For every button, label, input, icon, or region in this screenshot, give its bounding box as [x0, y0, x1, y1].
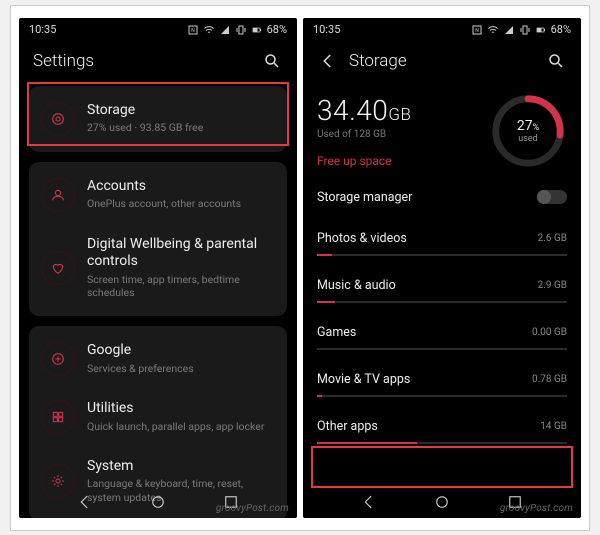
- back-icon[interactable]: [317, 50, 339, 72]
- free-up-space[interactable]: Free up space: [317, 154, 481, 168]
- item-title: Google: [87, 342, 275, 360]
- google-icon: [41, 342, 75, 376]
- item-title: Digital Wellbeing & parental controls: [87, 236, 275, 271]
- storage-manager-label: Storage manager: [317, 190, 412, 205]
- storage-manager-toggle[interactable]: [537, 190, 567, 204]
- phone-settings: 10:35 N 68% Settings Storage27% used · 9…: [19, 18, 297, 518]
- category-music[interactable]: Music & audio2.9 GB: [317, 266, 567, 313]
- status-battery: 68%: [551, 23, 571, 36]
- wellbeing-icon: [41, 251, 75, 285]
- category-photos[interactable]: Photos & videos2.6 GB: [317, 219, 567, 266]
- battery-icon: [535, 24, 547, 36]
- svg-text:N: N: [475, 28, 479, 34]
- status-time: 10:35: [313, 23, 340, 36]
- wifi-icon: [203, 24, 215, 36]
- item-title: Accounts: [87, 178, 275, 196]
- storage-manager-row[interactable]: Storage manager: [317, 176, 567, 219]
- settings-item-utilities[interactable]: Utilities Quick launch, parallel apps, ap…: [29, 388, 287, 446]
- bar: [317, 301, 567, 303]
- item-sub: Screen time, app timers, bedtime schedul…: [87, 273, 275, 300]
- item-title: System: [87, 458, 275, 476]
- card-storage: Storage27% used · 93.85 GB free: [29, 86, 287, 152]
- status-right: N 68%: [471, 23, 571, 36]
- storage-summary: 34.40GB Used of 128 GB Free up space 27%…: [303, 86, 581, 176]
- signal-icon: [219, 24, 231, 36]
- ring-pct: 27: [517, 118, 533, 134]
- item-sub: Quick launch, parallel apps, app locker: [87, 420, 275, 434]
- item-sub: Services & preferences: [87, 362, 275, 376]
- storage-header: Storage: [303, 42, 581, 86]
- nfc-icon: N: [187, 24, 199, 36]
- item-title: Utilities: [87, 400, 275, 418]
- status-right: N 68%: [187, 23, 287, 36]
- utilities-icon: [41, 400, 75, 434]
- settings-item-wellbeing[interactable]: Digital Wellbeing & parental controlsScr…: [29, 224, 287, 312]
- wifi-icon: [487, 24, 499, 36]
- battery-icon: [251, 24, 263, 36]
- signal-icon: [503, 24, 515, 36]
- vibrate-icon: [235, 24, 247, 36]
- svg-text:N: N: [191, 28, 195, 34]
- item-sub: OnePlus account, other accounts: [87, 197, 275, 211]
- page-title: Settings: [33, 51, 94, 71]
- storage-icon: [41, 102, 75, 136]
- nfc-icon: N: [471, 24, 483, 36]
- settings-item-google[interactable]: Google Services & preferences: [29, 330, 287, 388]
- vibrate-icon: [519, 24, 531, 36]
- item-title: Storage: [87, 102, 275, 120]
- search-icon[interactable]: [545, 50, 567, 72]
- status-bar: 10:35 N 68%: [303, 18, 581, 42]
- status-time: 10:35: [29, 23, 56, 36]
- storage-list: Storage manager Photos & videos2.6 GB Mu…: [303, 176, 581, 454]
- card-accounts-wellbeing: AccountsOnePlus account, other accounts …: [29, 162, 287, 316]
- status-bar: 10:35 N 68%: [19, 18, 297, 42]
- category-other[interactable]: Other apps14 GB: [317, 407, 567, 454]
- accounts-icon: [41, 178, 75, 212]
- settings-header: Settings: [19, 42, 297, 86]
- bar: [317, 442, 567, 444]
- nav-home-icon[interactable]: [433, 493, 451, 511]
- used-amount: 34.40GB: [317, 94, 481, 127]
- bar: [317, 395, 567, 397]
- phone-storage: 10:35 N 68% Storage 34.40GB Used of 128 …: [303, 18, 581, 518]
- nav-back-icon[interactable]: [76, 493, 94, 511]
- used-of: Used of 128 GB: [317, 129, 481, 140]
- bar: [317, 348, 567, 350]
- status-battery: 68%: [267, 23, 287, 36]
- nav-back-icon[interactable]: [360, 493, 378, 511]
- watermark: groovyPost.com: [500, 503, 573, 514]
- ring-sub: used: [518, 134, 537, 144]
- category-movie[interactable]: Movie & TV apps0.78 GB: [317, 360, 567, 407]
- nav-home-icon[interactable]: [149, 493, 167, 511]
- item-sub: 27% used · 93.85 GB free: [87, 121, 275, 135]
- settings-item-accounts[interactable]: AccountsOnePlus account, other accounts: [29, 166, 287, 224]
- usage-ring: 27% used: [489, 92, 567, 170]
- category-games[interactable]: Games0.00 GB: [317, 313, 567, 360]
- page-title: Storage: [349, 51, 407, 71]
- search-icon[interactable]: [261, 50, 283, 72]
- watermark: groovyPost.com: [216, 503, 289, 514]
- settings-item-storage[interactable]: Storage27% used · 93.85 GB free: [29, 90, 287, 148]
- bar: [317, 254, 567, 256]
